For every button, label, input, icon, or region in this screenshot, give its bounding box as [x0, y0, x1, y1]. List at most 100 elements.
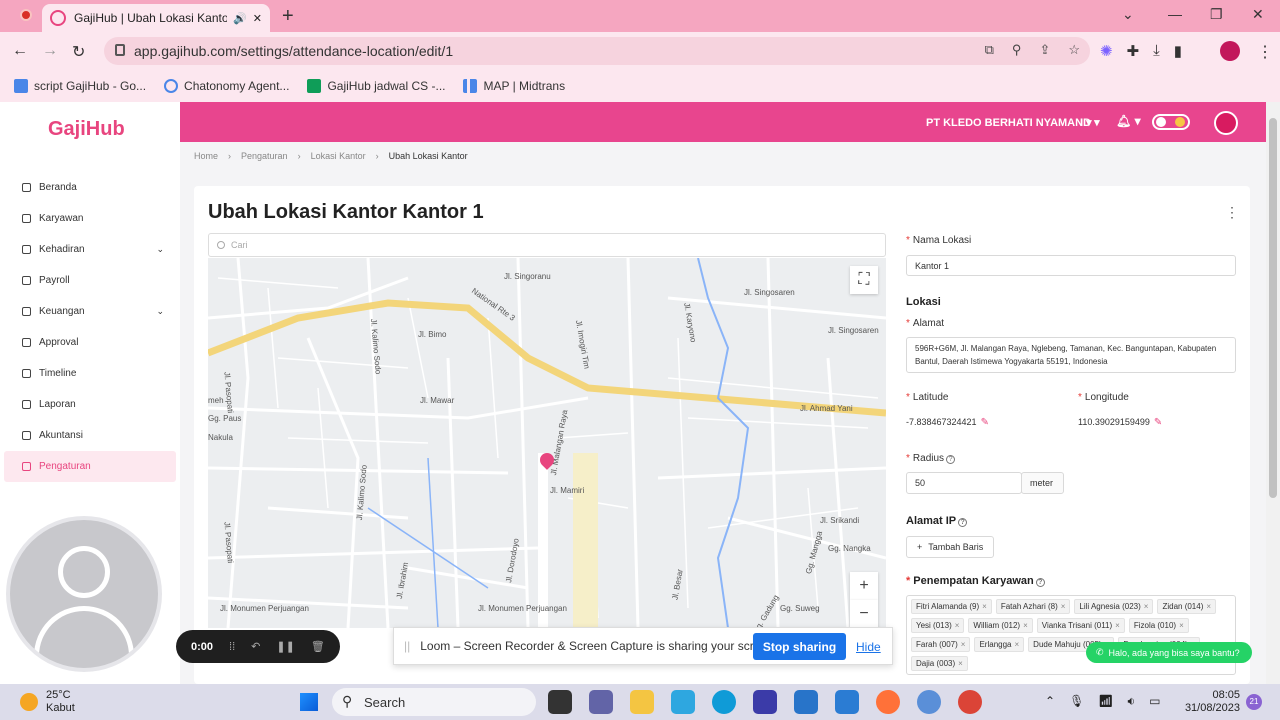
edit-pencil-icon[interactable]: ✎: [1154, 417, 1162, 428]
zoom-app-icon[interactable]: [917, 690, 941, 714]
sidebar-item-approval[interactable]: Approval: [0, 327, 180, 358]
bookmark-item[interactable]: GajiHub jadwal CS -...: [307, 79, 445, 93]
drag-handle-icon[interactable]: ||: [404, 639, 410, 653]
taskbar-search[interactable]: ⚲ Search: [332, 688, 536, 716]
bookmark-star-icon[interactable]: ☆: [1068, 42, 1080, 58]
bookmark-item[interactable]: Chatonomy Agent...: [164, 79, 289, 93]
maximize-button[interactable]: ❐: [1210, 6, 1223, 23]
location-map[interactable]: National Rte 3 Jl. Singoranu Jl. Singosa…: [208, 258, 886, 628]
remove-tag-icon[interactable]: ×: [955, 621, 960, 630]
undo-icon[interactable]: ↶: [251, 640, 260, 653]
microphone-icon[interactable]: 🎙︎: [1069, 694, 1084, 709]
back-button[interactable]: ←: [12, 42, 28, 60]
page-scrollbar[interactable]: [1266, 102, 1280, 684]
sidebar-item-payroll[interactable]: Payroll: [0, 265, 180, 296]
task-view-icon[interactable]: [548, 690, 572, 714]
extensions-puzzle-icon[interactable]: ✚: [1127, 42, 1140, 60]
reload-button[interactable]: ↻: [72, 42, 85, 62]
radius-input[interactable]: 50: [906, 472, 1022, 494]
more-options-icon[interactable]: ⋮: [1225, 204, 1239, 221]
employee-tag[interactable]: Farah (007) ×: [911, 637, 971, 652]
remove-tag-icon[interactable]: ×: [1179, 621, 1184, 630]
remove-tag-icon[interactable]: ×: [961, 640, 966, 649]
battery-icon[interactable]: ▭: [1149, 694, 1160, 709]
show-hidden-icons[interactable]: ⌃: [1045, 694, 1055, 709]
wifi-icon[interactable]: 📶︎: [1098, 694, 1113, 709]
employee-tag[interactable]: Lili Agnesia (023) ×: [1074, 599, 1154, 614]
tab-close-icon[interactable]: ✕: [253, 12, 262, 25]
scrollbar-thumb[interactable]: [1269, 118, 1277, 498]
clock[interactable]: 08:05 31/08/2023: [1180, 689, 1240, 715]
user-avatar[interactable]: [1214, 111, 1238, 135]
notification-bell-icon[interactable]: 🔔︎ ▾: [1116, 114, 1141, 128]
remove-tag-icon[interactable]: ×: [1206, 602, 1211, 611]
sidebar-item-laporan[interactable]: Laporan: [0, 389, 180, 420]
remove-tag-icon[interactable]: ×: [982, 602, 987, 611]
zoom-in-button[interactable]: +: [850, 572, 878, 600]
minimize-button[interactable]: —: [1168, 6, 1182, 22]
volume-icon[interactable]: 🔉︎: [1128, 694, 1136, 709]
fullscreen-button[interactable]: ⛶: [850, 266, 878, 294]
tab-search-icon[interactable]: ⌄: [1122, 6, 1134, 23]
bookmark-item[interactable]: MAP | Midtrans: [463, 79, 565, 93]
map-search-input[interactable]: Cari: [208, 233, 886, 257]
todo-icon[interactable]: [835, 690, 859, 714]
drag-handle-icon[interactable]: ⁞⁞: [229, 641, 235, 653]
windows-start-icon[interactable]: [300, 693, 318, 711]
zoom-out-button[interactable]: −: [850, 600, 878, 628]
url-bar[interactable]: app.gajihub.com/settings/attendance-loca…: [104, 37, 1090, 65]
sidebar-item-beranda[interactable]: Beranda: [0, 172, 180, 203]
chrome-menu-icon[interactable]: ⋮: [1257, 42, 1273, 62]
company-selector[interactable]: PT KLEDO BERHATI NYAMAN ▾: [926, 116, 1092, 129]
file-explorer-icon[interactable]: [630, 690, 654, 714]
browser-tab[interactable]: GajiHub | Ubah Lokasi Kantor 🔊 ✕: [42, 4, 270, 32]
pause-icon[interactable]: ❚❚: [276, 640, 294, 653]
zoom-icon[interactable]: ⚲: [1012, 42, 1022, 58]
share-icon[interactable]: ⇪: [1039, 42, 1050, 58]
tambah-baris-button[interactable]: + Tambah Baris: [906, 536, 995, 558]
gajihub-logo[interactable]: GajiHub: [48, 118, 125, 141]
employee-multiselect[interactable]: Fitri Alamanda (9) × Fatah Azhari (8) × Lili…: [906, 595, 1236, 675]
employee-tag[interactable]: William (012) ×: [968, 618, 1033, 633]
sidebar-item-akuntansi[interactable]: Akuntansi: [0, 420, 180, 451]
sidebar-item-keuangan[interactable]: Keuangan ⌄: [0, 296, 180, 327]
sidebar-item-kehadiran[interactable]: Kehadiran ⌄: [0, 234, 180, 265]
audio-icon[interactable]: 🔊: [233, 12, 247, 25]
sidebar-item-karyawan[interactable]: Karyawan: [0, 203, 180, 234]
firefox-icon[interactable]: [876, 690, 900, 714]
app-icon[interactable]: [794, 690, 818, 714]
remove-tag-icon[interactable]: ×: [1023, 621, 1028, 630]
employee-tag[interactable]: Fizola (010) ×: [1128, 618, 1189, 633]
remove-tag-icon[interactable]: ×: [1115, 621, 1120, 630]
remove-tag-icon[interactable]: ×: [1144, 602, 1149, 611]
teams-icon[interactable]: [589, 690, 613, 714]
employee-tag[interactable]: Zidan (014) ×: [1157, 599, 1217, 614]
employee-tag[interactable]: Dajia (003) ×: [911, 656, 968, 671]
sidebar-item-pengaturan[interactable]: Pengaturan: [4, 451, 176, 482]
nama-lokasi-input[interactable]: Kantor 1: [906, 255, 1236, 276]
alamat-textarea[interactable]: 596R+G6M, Jl. Malangan Raya, Nglebeng, T…: [906, 337, 1236, 373]
edit-pencil-icon[interactable]: ✎: [981, 417, 989, 428]
breadcrumb-lokasi-kantor[interactable]: Lokasi Kantor: [311, 151, 366, 161]
theme-toggle[interactable]: [1152, 114, 1190, 130]
weather-widget[interactable]: 25°C Kabut: [20, 689, 75, 715]
hide-link[interactable]: Hide: [856, 640, 881, 654]
download-icon[interactable]: ⤓: [1153, 42, 1160, 60]
bookmark-item[interactable]: script GajiHub - Go...: [14, 79, 146, 93]
extension-icon[interactable]: ✺: [1100, 42, 1113, 60]
breadcrumb-pengaturan[interactable]: Pengaturan: [241, 151, 288, 161]
remove-tag-icon[interactable]: ×: [958, 659, 963, 668]
sidepanel-icon[interactable]: ▮: [1174, 42, 1182, 60]
profile-avatar[interactable]: [1220, 41, 1240, 61]
help-app-icon[interactable]: [671, 690, 695, 714]
language-selector[interactable]: ID ▾: [1080, 116, 1100, 129]
chrome-icon[interactable]: [958, 690, 982, 714]
employee-tag[interactable]: Yesi (013) ×: [911, 618, 965, 633]
new-tab-button[interactable]: +: [282, 5, 294, 28]
employee-tag[interactable]: Fitri Alamanda (9) ×: [911, 599, 992, 614]
sidebar-item-timeline[interactable]: Timeline: [0, 358, 180, 389]
loom-webcam-bubble[interactable]: [6, 516, 162, 672]
stop-sharing-button[interactable]: Stop sharing: [753, 633, 846, 660]
slash-app-icon[interactable]: [753, 690, 777, 714]
trash-icon[interactable]: 🗑︎: [311, 640, 325, 653]
